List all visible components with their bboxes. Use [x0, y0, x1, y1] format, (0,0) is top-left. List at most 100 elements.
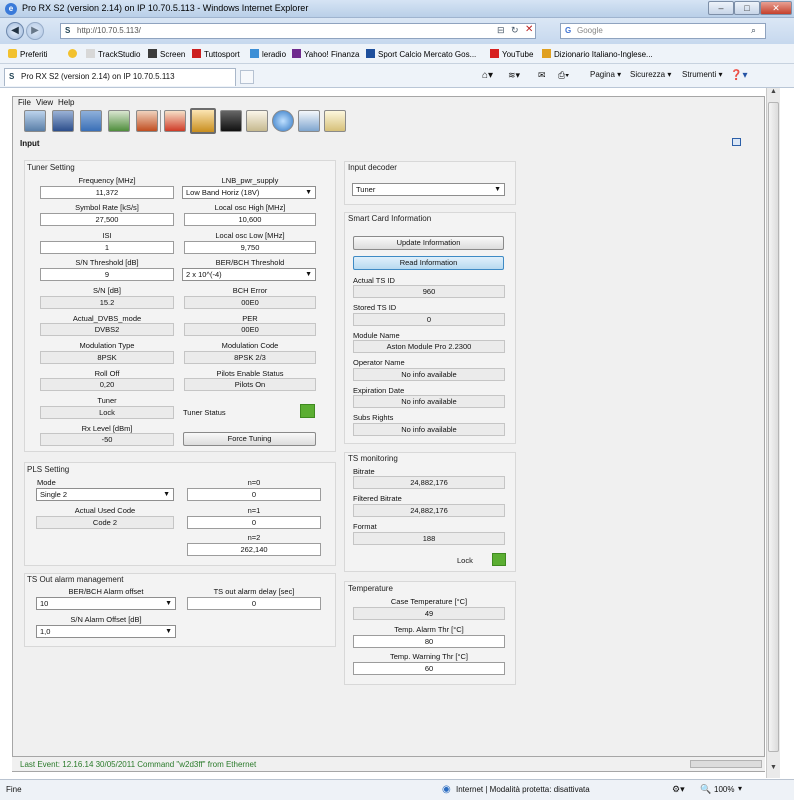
module-name-value: Aston Module Pro 2.2300: [353, 340, 505, 353]
address-field[interactable]: S http://10.70.5.113/ ⊟ ↻ ✕: [60, 23, 536, 39]
folder-icon[interactable]: [80, 110, 102, 132]
download-icon[interactable]: [108, 110, 130, 132]
update-information-button[interactable]: Update Information: [353, 236, 504, 250]
bitrate-label: Bitrate: [353, 467, 375, 476]
menu-view[interactable]: View: [36, 98, 53, 107]
home-cmd-icon[interactable]: ⌂▾: [482, 70, 493, 81]
zoom-icon[interactable]: 🔍: [700, 784, 711, 795]
fav-item-dizionario[interactable]: Dizionario Italiano-Inglese...: [542, 49, 653, 59]
zoom-dropdown-icon[interactable]: ▾: [738, 784, 742, 793]
compat-view-icon[interactable]: ⊟: [497, 25, 505, 36]
rolloff-label: Roll Off: [94, 369, 120, 378]
menu-help[interactable]: Help: [58, 98, 74, 107]
ber-threshold-select[interactable]: 2 x 10^(-4) ▼: [182, 268, 316, 281]
lo-low-label: Local osc Low [MHz]: [215, 231, 285, 240]
protected-mode-icon[interactable]: ⚙▾: [672, 784, 685, 795]
temp-warning-label: Temp. Warning Thr [°C]: [389, 652, 469, 661]
temp-alarm-input[interactable]: 80: [353, 635, 505, 648]
frequency-label: Frequency [MHz]: [78, 176, 136, 185]
bitrate-value: 24,882,176: [353, 476, 505, 489]
menu-file[interactable]: File: [18, 98, 31, 107]
sn-threshold-input[interactable]: 9: [40, 268, 174, 281]
upload-icon[interactable]: [136, 110, 158, 132]
page-menu[interactable]: Pagina ▾: [590, 70, 621, 79]
feeds-icon[interactable]: ≋▾: [508, 70, 520, 81]
isi-input[interactable]: 1: [40, 241, 174, 254]
case-temp-value: 49: [353, 607, 505, 620]
n1-input[interactable]: 0: [187, 516, 321, 529]
scroll-down-icon[interactable]: ▼: [768, 764, 779, 776]
ber-offset-select[interactable]: 10 ▼: [36, 597, 176, 610]
globe-user-icon[interactable]: [272, 110, 294, 132]
back-icon[interactable]: ◀: [6, 22, 24, 40]
scroll-up-icon[interactable]: ▲: [768, 88, 779, 100]
ber-offset-value: 10: [40, 599, 49, 608]
favorites-button[interactable]: Preferiti: [8, 49, 48, 59]
sn-value: 15.2: [40, 296, 174, 309]
tv-icon[interactable]: [220, 110, 242, 132]
restore-panel-icon[interactable]: [732, 138, 741, 146]
last-event-text: Last Event: 12.16.14 30/05/2011 Command …: [20, 760, 257, 769]
fav-item-sport-calcio[interactable]: Sport Calcio Mercato Gos...: [366, 49, 476, 59]
alarm-delay-input[interactable]: 0: [187, 597, 321, 610]
fav-item-screen[interactable]: Screen: [148, 49, 185, 59]
pls-mode-select[interactable]: Single 2 ▼: [36, 488, 174, 501]
refresh-icon[interactable]: ↻: [511, 25, 519, 36]
page-icon: [542, 49, 551, 58]
tools-menu[interactable]: Strumenti ▾: [682, 70, 722, 79]
browser-tab[interactable]: S Pro RX S2 (version 2.14) on IP 10.70.5…: [4, 68, 236, 86]
force-tuning-button[interactable]: Force Tuning: [183, 432, 316, 446]
globe-icon: ◉: [442, 784, 451, 795]
print-icon[interactable]: ⎙▾: [558, 70, 569, 81]
n0-input[interactable]: 0: [187, 488, 321, 501]
stop-icon[interactable]: ✕: [525, 24, 533, 35]
save-icon[interactable]: [52, 110, 74, 132]
close-button[interactable]: ✕: [760, 1, 792, 15]
minimize-button[interactable]: –: [708, 1, 734, 15]
scroll-thumb[interactable]: [768, 102, 779, 752]
window-titlebar: e Pro RX S2 (version 2.14) on IP 10.70.5…: [0, 0, 794, 18]
security-menu[interactable]: Sicurezza ▾: [630, 70, 671, 79]
monitor-network-icon[interactable]: [24, 110, 46, 132]
address-toolbar: ◀ ▶ S http://10.70.5.113/ ⊟ ↻ ✕ G Google…: [0, 18, 794, 44]
maximize-button[interactable]: □: [734, 1, 760, 15]
actual-ts-value: 960: [353, 285, 505, 298]
home-icon[interactable]: [164, 110, 186, 132]
lo-high-input[interactable]: 10,600: [184, 213, 316, 226]
forward-icon[interactable]: ▶: [26, 22, 44, 40]
edit-icon[interactable]: [324, 110, 346, 132]
case-temp-label: Case Temperature [°C]: [390, 597, 468, 606]
chevron-down-icon: ▼: [165, 628, 172, 635]
input-decoder-select[interactable]: Tuner ▼: [352, 183, 505, 196]
zone-text[interactable]: Internet | Modalità protetta: disattivat…: [456, 785, 590, 794]
help-icon[interactable]: ❓▾: [730, 70, 747, 81]
fav-label: Dizionario Italiano-Inglese...: [554, 50, 653, 59]
zoom-level[interactable]: 100%: [714, 785, 734, 794]
stored-ts-value: 0: [353, 313, 505, 326]
sn-offset-select[interactable]: 1,0 ▼: [36, 625, 176, 638]
lnb-select[interactable]: Low Band Horiz (18V) ▼: [182, 186, 316, 199]
add-favorite-icon[interactable]: [68, 49, 80, 59]
checklist-icon[interactable]: [298, 110, 320, 132]
n2-input[interactable]: 262,140: [187, 543, 321, 556]
mail-icon[interactable]: ✉: [538, 70, 546, 81]
tuner-lock-value: Lock: [40, 406, 174, 419]
lo-low-input[interactable]: 9,750: [184, 241, 316, 254]
fav-item-leradio[interactable]: leradio: [250, 49, 286, 59]
fav-item-youtube[interactable]: YouTube: [490, 49, 533, 59]
symbol-rate-input[interactable]: 27,500: [40, 213, 174, 226]
clipboard-icon[interactable]: [246, 110, 268, 132]
fav-item-tuttosport[interactable]: Tuttosport: [192, 49, 240, 59]
temp-warning-input[interactable]: 60: [353, 662, 505, 675]
search-field[interactable]: G Google ⌕: [560, 23, 766, 39]
vertical-scrollbar[interactable]: ▲ ▼: [766, 88, 780, 778]
frequency-input[interactable]: 11,372: [40, 186, 174, 199]
fav-item-trackstudio[interactable]: TrackStudio: [86, 49, 140, 59]
chevron-down-icon: ▼: [165, 600, 172, 607]
search-icon[interactable]: ⌕: [751, 25, 756, 36]
input-icon[interactable]: [190, 108, 216, 134]
tuner-lock-label: Tuner: [97, 396, 117, 405]
read-information-button[interactable]: Read Information: [353, 256, 504, 270]
fav-item-yahoo[interactable]: Yahoo! Finanza: [292, 49, 359, 59]
new-tab-button[interactable]: [240, 70, 254, 84]
